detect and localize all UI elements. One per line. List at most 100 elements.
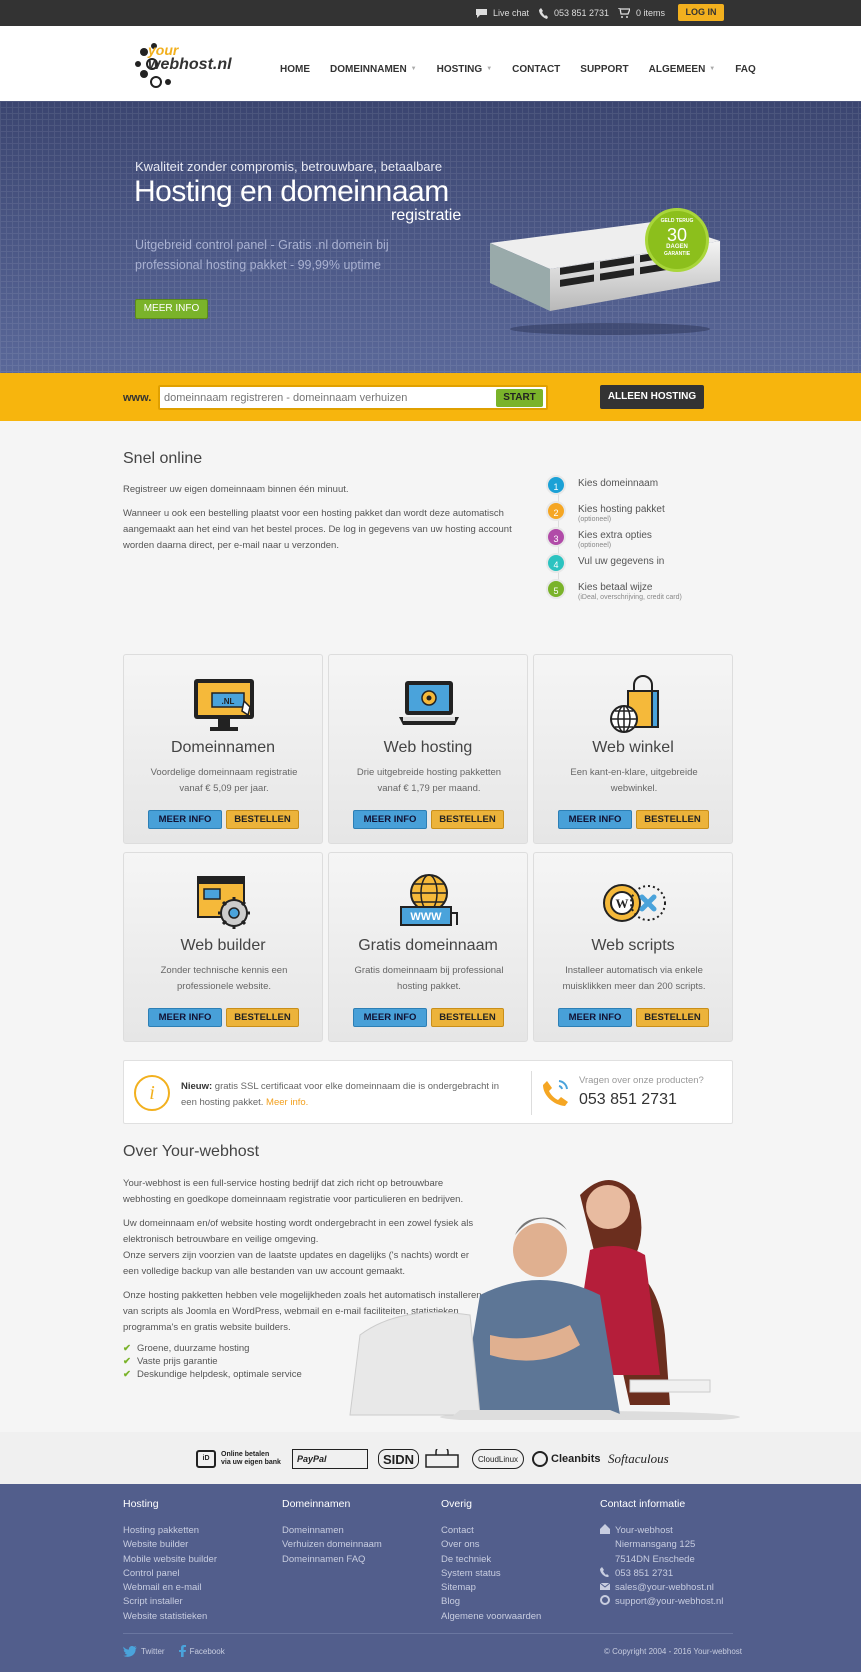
domain-search-band: www. START ALLEEN HOSTING <box>0 373 861 421</box>
logo[interactable]: your webhost.nl <box>134 40 234 88</box>
card-domeinnamen: .NL Domeinnamen Voordelige domeinnaam re… <box>123 654 323 844</box>
card-web-winkel: Web winkel Een kant-en-klare, uitgebreid… <box>533 654 733 844</box>
order-button[interactable]: BESTELLEN <box>431 810 504 829</box>
step-label: Kies hosting pakket <box>578 504 665 515</box>
start-button[interactable]: START <box>496 389 543 407</box>
footer-link[interactable]: Blog <box>441 1595 541 1609</box>
footer-link[interactable]: Hosting pakketten <box>123 1524 217 1538</box>
nav-contact[interactable]: CONTACT <box>502 62 570 76</box>
support-phone[interactable]: 053 851 2731 <box>579 1091 677 1109</box>
cleanbits-icon <box>532 1451 548 1467</box>
login-button[interactable]: LOG IN <box>678 4 724 21</box>
card-title: Domeinnamen <box>170 739 276 756</box>
svg-text:WWW: WWW <box>410 911 442 923</box>
shopping-bag-globe-icon <box>610 675 659 733</box>
twitter-link[interactable]: Twitter <box>123 1645 165 1657</box>
domain-search-box: START <box>158 385 548 410</box>
ideal-line-1: Online betalen <box>221 1451 270 1458</box>
phone-icon <box>543 1080 568 1106</box>
footer-sales-email[interactable]: sales@your-webhost.nl <box>600 1581 723 1595</box>
domain-search-input[interactable] <box>164 389 464 407</box>
order-button[interactable]: BESTELLEN <box>226 810 299 829</box>
new-label: Nieuw: <box>181 1081 213 1092</box>
ideal-icon: iD <box>196 1450 216 1468</box>
footer-link[interactable]: Webmail en e-mail <box>123 1581 217 1595</box>
paypal-logo: PayPal <box>292 1449 368 1469</box>
footer-link[interactable]: Website statistieken <box>123 1610 217 1624</box>
order-button[interactable]: BESTELLEN <box>431 1008 504 1027</box>
nav-domeinnamen[interactable]: DOMEINNAMEN ▼ <box>320 62 427 76</box>
check-item: ✔ Deskundige helpdesk, optimale service <box>123 1369 302 1380</box>
nav-contact-label: CONTACT <box>512 63 561 75</box>
nav-domeinnamen-label: DOMEINNAMEN <box>330 63 407 75</box>
live-chat-link[interactable]: Live chat <box>476 0 529 26</box>
step-note: (optioneel) <box>578 516 612 523</box>
more-info-button[interactable]: MEER INFO <box>148 1008 222 1027</box>
more-info-button[interactable]: MEER INFO <box>148 810 222 829</box>
nav-algemeen[interactable]: ALGEMEEN ▼ <box>639 62 726 76</box>
window-gear-icon <box>197 876 250 929</box>
more-info-button[interactable]: MEER INFO <box>353 1008 427 1027</box>
step-note: (optioneel) <box>578 542 612 549</box>
cleanbits-logo: Cleanbits <box>532 1449 601 1469</box>
footer-link[interactable]: Over ons <box>441 1538 541 1552</box>
card-description: Voordelige domeinnaam registratie vanaf … <box>150 767 298 794</box>
footer-link[interactable]: Website builder <box>123 1538 217 1552</box>
nav-faq[interactable]: FAQ <box>725 62 766 76</box>
step-note: (iDeal, overschrijving, credit card) <box>578 594 682 601</box>
footer-link[interactable]: Contact <box>441 1524 541 1538</box>
snel-intro: Registreer uw eigen domeinnaam binnen éé… <box>123 484 349 495</box>
questions-label: Vragen over onze producten? <box>579 1075 704 1086</box>
footer-link[interactable]: Script installer <box>123 1595 217 1609</box>
nav-hosting[interactable]: HOSTING ▼ <box>427 62 503 76</box>
top-phone[interactable]: 053 851 2731 <box>539 0 609 26</box>
more-info-button[interactable]: MEER INFO <box>353 810 427 829</box>
more-info-button[interactable]: MEER INFO <box>558 1008 632 1027</box>
more-info-button[interactable]: MEER INFO <box>558 810 632 829</box>
card-web-hosting: Web hosting Drie uitgebreide hosting pak… <box>328 654 528 844</box>
ssl-text: gratis SSL certificaat voor elke domeinn… <box>181 1081 500 1108</box>
step-number: 2 <box>546 501 566 521</box>
check-icon: ✔ <box>123 1343 131 1354</box>
footer: Hosting Hosting pakketten Website builde… <box>0 1484 861 1672</box>
ideal-logo: iD Online betalen via uw eigen bank <box>196 1449 281 1469</box>
footer-support-email[interactable]: support@your-webhost.nl <box>600 1595 723 1609</box>
card-web-builder: Web builder Zonder technische kennis een… <box>123 852 323 1042</box>
order-button[interactable]: BESTELLEN <box>636 810 709 829</box>
cart-link[interactable]: 0 items <box>618 0 665 26</box>
order-button[interactable]: BESTELLEN <box>226 1008 299 1027</box>
hero-title-suffix: registratie <box>391 207 462 224</box>
footer-link[interactable]: De techniek <box>441 1553 541 1567</box>
step-label: Kies betaal wijze <box>578 582 653 593</box>
step-number: 3 <box>546 527 566 547</box>
order-button[interactable]: BESTELLEN <box>636 1008 709 1027</box>
footer-link[interactable]: Domeinnamen FAQ <box>282 1553 382 1567</box>
footer-link[interactable]: Algemene voorwaarden <box>441 1610 541 1624</box>
footer-link[interactable]: System status <box>441 1567 541 1581</box>
hosting-only-button[interactable]: ALLEEN HOSTING <box>600 385 704 409</box>
mail-icon <box>600 1582 610 1591</box>
nav-algemeen-label: ALGEMEEN <box>648 63 706 75</box>
cart-count: 0 items <box>636 8 666 18</box>
facebook-link[interactable]: Facebook <box>178 1645 225 1657</box>
secure-lock-icon <box>425 1449 459 1468</box>
step-label: Kies extra opties <box>578 530 652 541</box>
more-info-link[interactable]: Meer info. <box>266 1097 308 1108</box>
over-title: Over Your-webhost <box>123 1143 260 1160</box>
hero-more-info-button[interactable]: MEER INFO <box>135 299 208 319</box>
card-description: Zonder technische kennis een professione… <box>160 965 288 992</box>
step-5: 5 Kies betaal wijze (iDeal, overschrijvin… <box>546 579 682 601</box>
footer-address: Your-webhost Niermansgang 125 7514DN Ensch… <box>600 1524 723 1567</box>
live-chat-label: Live chat <box>493 8 530 18</box>
nav-home[interactable]: HOME <box>270 62 320 76</box>
footer-city: 7514DN Enschede <box>615 1553 695 1565</box>
footer-link[interactable]: Control panel <box>123 1567 217 1581</box>
footer-link[interactable]: Mobile website builder <box>123 1553 217 1567</box>
footer-link[interactable]: Domeinnamen <box>282 1524 382 1538</box>
nav-support[interactable]: SUPPORT <box>570 62 638 76</box>
footer-link[interactable]: Verhuizen domeinnaam <box>282 1538 382 1552</box>
footer-phone[interactable]: 053 851 2731 <box>600 1566 723 1581</box>
hero-banner: Kwaliteit zonder compromis, betrouwbare,… <box>0 101 861 373</box>
footer-link[interactable]: Sitemap <box>441 1581 541 1595</box>
badge-bottom-text: GARANTIE <box>663 251 691 257</box>
